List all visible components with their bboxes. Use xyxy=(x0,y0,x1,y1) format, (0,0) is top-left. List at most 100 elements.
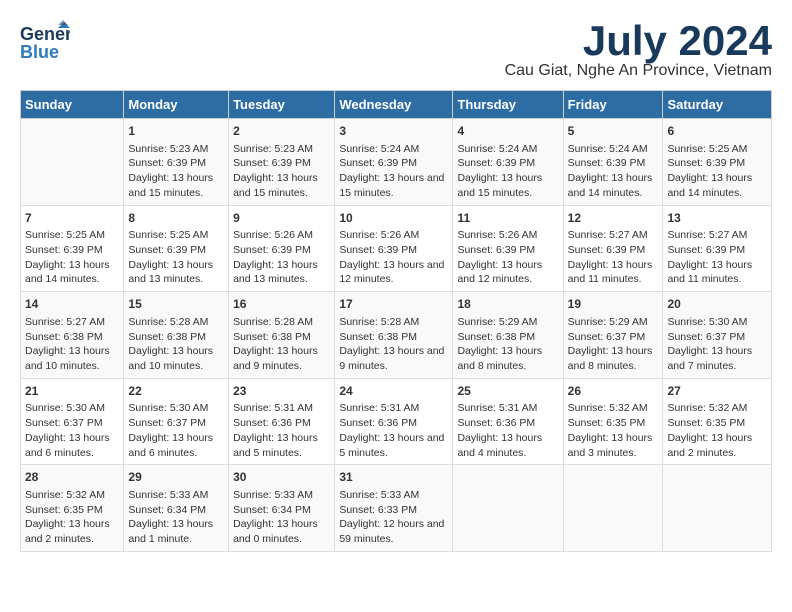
sunset-text: Sunset: 6:39 PM xyxy=(568,157,646,169)
sunrise-text: Sunrise: 5:31 AM xyxy=(233,402,313,414)
sunrise-text: Sunrise: 5:27 AM xyxy=(667,229,747,241)
calendar-cell: 7Sunrise: 5:25 AMSunset: 6:39 PMDaylight… xyxy=(21,205,124,292)
header-saturday: Saturday xyxy=(663,91,772,119)
calendar-cell: 16Sunrise: 5:28 AMSunset: 6:38 PMDayligh… xyxy=(229,292,335,379)
day-number: 7 xyxy=(25,210,119,227)
sunset-text: Sunset: 6:34 PM xyxy=(128,504,206,516)
sunrise-text: Sunrise: 5:30 AM xyxy=(128,402,208,414)
day-number: 14 xyxy=(25,296,119,313)
day-number: 26 xyxy=(568,383,659,400)
sunset-text: Sunset: 6:39 PM xyxy=(233,157,311,169)
daylight-text: Daylight: 13 hours and 15 minutes. xyxy=(128,172,213,199)
sunrise-text: Sunrise: 5:30 AM xyxy=(25,402,105,414)
calendar-cell: 23Sunrise: 5:31 AMSunset: 6:36 PMDayligh… xyxy=(229,378,335,465)
calendar-cell: 21Sunrise: 5:30 AMSunset: 6:37 PMDayligh… xyxy=(21,378,124,465)
calendar-cell: 17Sunrise: 5:28 AMSunset: 6:38 PMDayligh… xyxy=(335,292,453,379)
daylight-text: Daylight: 13 hours and 14 minutes. xyxy=(25,259,110,286)
sunrise-text: Sunrise: 5:31 AM xyxy=(339,402,419,414)
calendar-cell: 10Sunrise: 5:26 AMSunset: 6:39 PMDayligh… xyxy=(335,205,453,292)
calendar-cell: 24 Sunrise: 5:31 AM Sunset: 6:36 PM Dayligh… xyxy=(335,378,453,465)
logo-icon: General Blue xyxy=(20,20,70,65)
daylight-text: Daylight: 13 hours and 12 minutes. xyxy=(457,259,542,286)
sunset-text: Sunset: 6:39 PM xyxy=(339,244,417,256)
day-number: 29 xyxy=(128,469,224,486)
calendar-cell: 1Sunrise: 5:23 AMSunset: 6:39 PMDaylight… xyxy=(124,119,229,206)
daylight-text: Daylight: 13 hours and 5 minutes. xyxy=(339,432,444,459)
sunrise-text: Sunrise: 5:33 AM xyxy=(339,489,419,501)
header-monday: Monday xyxy=(124,91,229,119)
daylight-text: Daylight: 13 hours and 9 minutes. xyxy=(339,345,444,372)
sunset-text: Sunset: 6:39 PM xyxy=(667,157,745,169)
page-title: July 2024 xyxy=(505,20,772,62)
calendar-cell: 8Sunrise: 5:25 AMSunset: 6:39 PMDaylight… xyxy=(124,205,229,292)
day-number: 25 xyxy=(457,383,558,400)
day-number: 17 xyxy=(339,296,448,313)
day-number: 11 xyxy=(457,210,558,227)
title-section: July 2024 Cau Giat, Nghe An Province, Vi… xyxy=(505,20,772,80)
calendar-cell: 14Sunrise: 5:27 AMSunset: 6:38 PMDayligh… xyxy=(21,292,124,379)
daylight-text: Daylight: 13 hours and 5 minutes. xyxy=(233,432,318,459)
calendar-row-1: 7Sunrise: 5:25 AMSunset: 6:39 PMDaylight… xyxy=(21,205,772,292)
daylight-text: Daylight: 13 hours and 13 minutes. xyxy=(128,259,213,286)
sunrise-text: Sunrise: 5:23 AM xyxy=(233,143,313,155)
day-number: 6 xyxy=(667,123,767,140)
sunset-text: Sunset: 6:39 PM xyxy=(25,244,103,256)
sunrise-text: Sunrise: 5:26 AM xyxy=(339,229,419,241)
daylight-text: Daylight: 13 hours and 1 minute. xyxy=(128,518,213,545)
header-tuesday: Tuesday xyxy=(229,91,335,119)
sunset-text: Sunset: 6:36 PM xyxy=(457,417,535,429)
day-number: 18 xyxy=(457,296,558,313)
calendar-cell: 25Sunrise: 5:31 AMSunset: 6:36 PMDayligh… xyxy=(453,378,563,465)
sunset-text: Sunset: 6:36 PM xyxy=(233,417,311,429)
sunset-text: Sunset: 6:37 PM xyxy=(25,417,103,429)
sunrise-text: Sunrise: 5:26 AM xyxy=(233,229,313,241)
day-number: 16 xyxy=(233,296,330,313)
day-number: 28 xyxy=(25,469,119,486)
daylight-text: Daylight: 13 hours and 10 minutes. xyxy=(25,345,110,372)
daylight-text: Daylight: 13 hours and 10 minutes. xyxy=(128,345,213,372)
header-friday: Friday xyxy=(563,91,663,119)
svg-text:Blue: Blue xyxy=(20,42,59,62)
calendar-header-row: Sunday Monday Tuesday Wednesday Thursday… xyxy=(21,91,772,119)
calendar-cell: 9Sunrise: 5:26 AMSunset: 6:39 PMDaylight… xyxy=(229,205,335,292)
daylight-text: Daylight: 13 hours and 12 minutes. xyxy=(339,259,444,286)
sunrise-text: Sunrise: 5:26 AM xyxy=(457,229,537,241)
logo: General Blue xyxy=(20,20,70,65)
sunset-text: Sunset: 6:34 PM xyxy=(233,504,311,516)
daylight-text: Daylight: 13 hours and 15 minutes. xyxy=(457,172,542,199)
sunrise-text: Sunrise: 5:30 AM xyxy=(667,316,747,328)
sunset-text: Sunset: 6:39 PM xyxy=(457,244,535,256)
daylight-text: Daylight: 13 hours and 13 minutes. xyxy=(233,259,318,286)
day-number: 19 xyxy=(568,296,659,313)
calendar-cell: 3Sunrise: 5:24 AMSunset: 6:39 PMDaylight… xyxy=(335,119,453,206)
daylight-text: Daylight: 13 hours and 14 minutes. xyxy=(667,172,752,199)
sunrise-text: Sunrise: 5:27 AM xyxy=(25,316,105,328)
sunrise-text: Sunrise: 5:28 AM xyxy=(233,316,313,328)
sunset-text: Sunset: 6:38 PM xyxy=(339,331,417,343)
calendar-table: Sunday Monday Tuesday Wednesday Thursday… xyxy=(20,90,772,552)
daylight-text: Daylight: 13 hours and 6 minutes. xyxy=(128,432,213,459)
daylight-text: Daylight: 13 hours and 3 minutes. xyxy=(568,432,653,459)
calendar-cell: 19Sunrise: 5:29 AMSunset: 6:37 PMDayligh… xyxy=(563,292,663,379)
calendar-row-2: 14 Sunrise: 5:27 AM Sunset: 6:38 PM Dayligh… xyxy=(21,292,772,379)
sunset-text: Sunset: 6:35 PM xyxy=(667,417,745,429)
sunrise-text: Sunrise: 5:25 AM xyxy=(667,143,747,155)
day-number: 1 xyxy=(128,123,224,140)
day-number: 4 xyxy=(457,123,558,140)
day-number: 24 xyxy=(339,383,448,400)
daylight-text: Daylight: 13 hours and 4 minutes. xyxy=(457,432,542,459)
calendar-cell: 2Sunrise: 5:23 AMSunset: 6:39 PMDaylight… xyxy=(229,119,335,206)
sunrise-text: Sunrise: 5:24 AM xyxy=(457,143,537,155)
sunset-text: Sunset: 6:37 PM xyxy=(667,331,745,343)
daylight-text: Daylight: 13 hours and 6 minutes. xyxy=(25,432,110,459)
day-number: 9 xyxy=(233,210,330,227)
daylight-text: Daylight: 13 hours and 15 minutes. xyxy=(339,172,444,199)
sunset-text: Sunset: 6:38 PM xyxy=(128,331,206,343)
daylight-text: Daylight: 13 hours and 7 minutes. xyxy=(667,345,752,372)
sunset-text: Sunset: 6:36 PM xyxy=(339,417,417,429)
calendar-cell: 27Sunrise: 5:32 AMSunset: 6:35 PMDayligh… xyxy=(663,378,772,465)
calendar-cell xyxy=(563,465,663,552)
daylight-text: Daylight: 13 hours and 15 minutes. xyxy=(233,172,318,199)
day-number: 13 xyxy=(667,210,767,227)
sunrise-text: Sunrise: 5:23 AM xyxy=(128,143,208,155)
